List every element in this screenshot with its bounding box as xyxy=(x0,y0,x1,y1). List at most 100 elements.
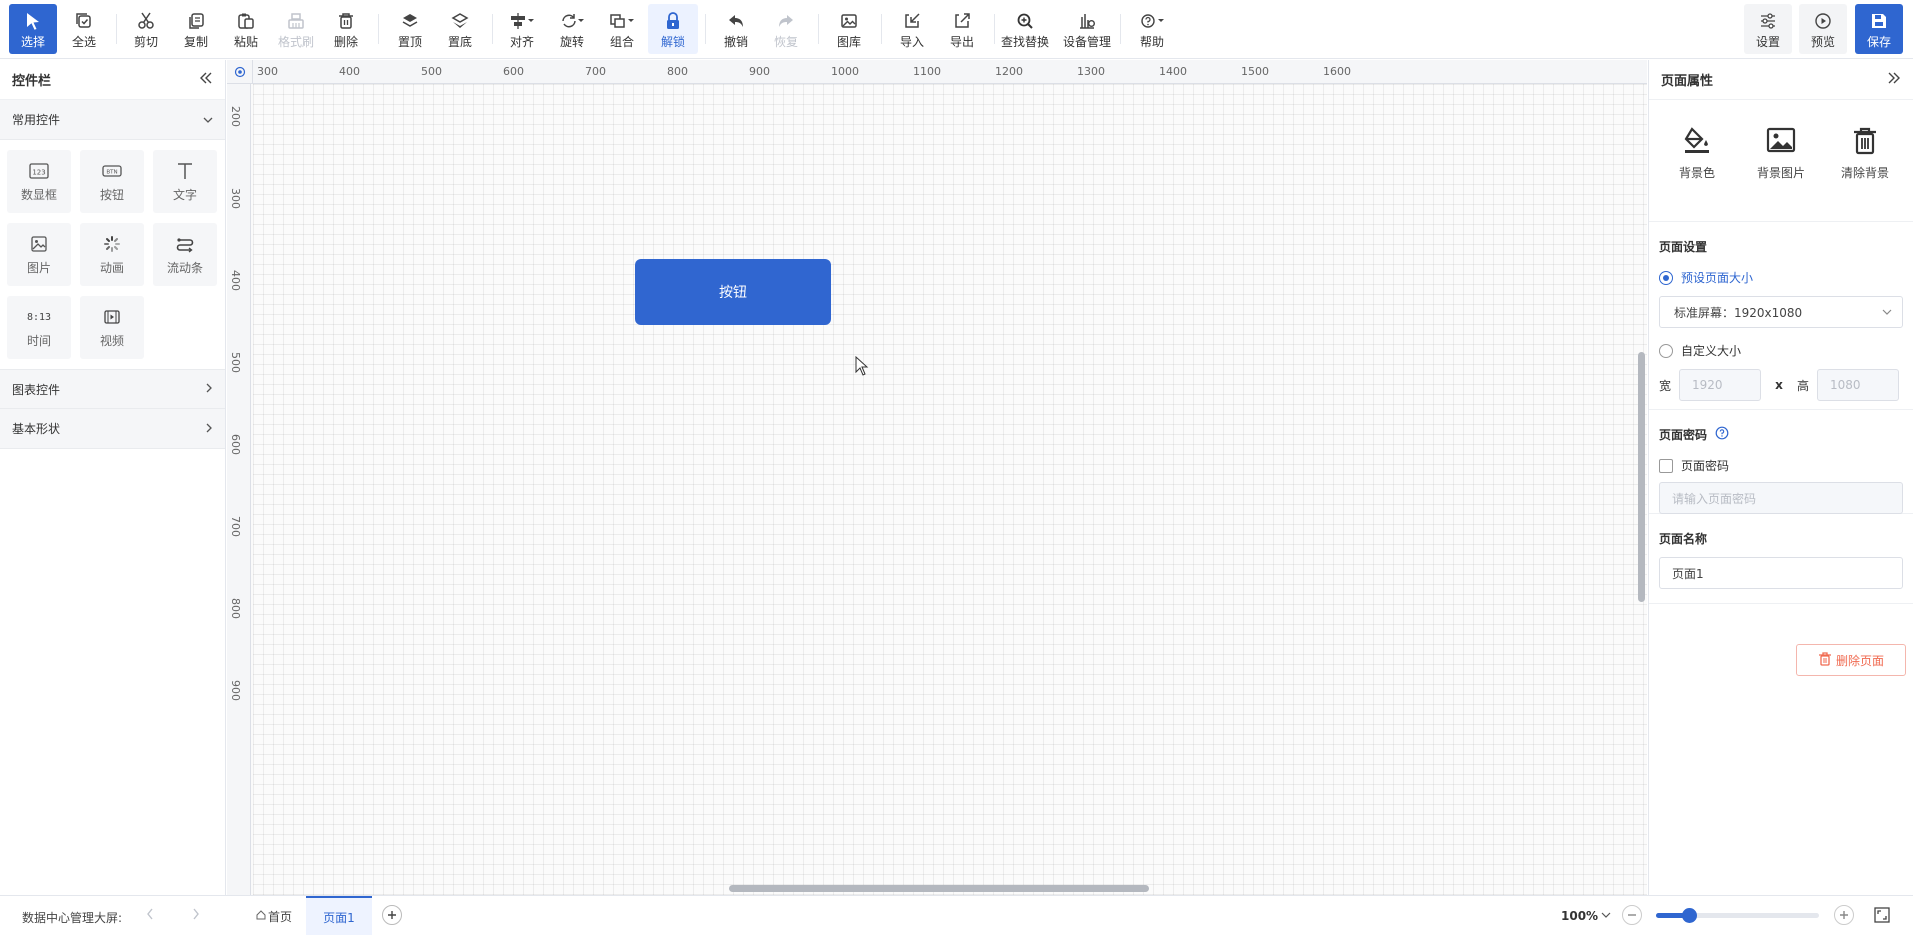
scissors-icon xyxy=(137,8,155,30)
select-all-button[interactable]: 全选 xyxy=(60,4,108,54)
select-button[interactable]: 选择 xyxy=(9,4,57,54)
widget-video[interactable]: 视频 xyxy=(80,296,144,359)
layers-top-icon xyxy=(401,8,419,30)
pointer-icon xyxy=(25,8,41,30)
align-button[interactable]: 对齐 xyxy=(498,4,546,54)
horizontal-ruler: 300 400 500 600 700 800 900 1000 1100 1200 1300 140… xyxy=(253,60,1647,84)
rotate-button[interactable]: 旋转 xyxy=(548,4,596,54)
custom-size-option[interactable]: 自定义大小 xyxy=(1659,342,1903,359)
zoom-out-icon[interactable] xyxy=(1622,905,1642,925)
zoom-dropdown-icon[interactable] xyxy=(1601,908,1611,922)
ruler-label: 900 xyxy=(749,65,770,78)
ruler-label: 300 xyxy=(257,65,278,78)
password-input[interactable]: 请输入页面密码 xyxy=(1659,482,1903,514)
tab-page1[interactable]: 页面1 xyxy=(306,896,372,935)
redo-button[interactable]: 恢复 xyxy=(762,4,810,54)
gallery-button[interactable]: 图库 xyxy=(825,4,873,54)
width-input[interactable]: 1920 xyxy=(1679,369,1761,401)
collapse-right-icon[interactable] xyxy=(1887,72,1901,88)
export-button[interactable]: 导出 xyxy=(938,4,986,54)
help-button[interactable]: 帮助 xyxy=(1128,4,1176,54)
layers-bottom-icon xyxy=(451,8,469,30)
save-icon xyxy=(1870,8,1888,30)
chevron-right-icon xyxy=(205,382,213,396)
canvas-area: 300 400 500 600 700 800 900 1000 1100 1200 1300 140… xyxy=(227,60,1647,895)
group-button[interactable]: 组合 xyxy=(598,4,646,54)
bring-to-top-button[interactable]: 置顶 xyxy=(386,4,434,54)
delete-button[interactable]: 删除 xyxy=(322,4,370,54)
paste-button[interactable]: 粘贴 xyxy=(222,4,270,54)
widget-image[interactable]: 图片 xyxy=(7,223,71,286)
chevron-down-icon xyxy=(1882,305,1892,319)
widget-animation[interactable]: 动画 xyxy=(80,223,144,286)
background-color-button[interactable]: 背景色 xyxy=(1657,122,1737,221)
prev-page-icon[interactable] xyxy=(146,908,154,923)
import-icon xyxy=(903,8,921,30)
canvas-grid[interactable] xyxy=(253,84,1647,895)
toolbar: 选择 全选 剪切 复制 粘贴 格式刷 删除 置顶 置底 对齐 旋转 组合 解锁 … xyxy=(0,0,1913,59)
widget-flow-bar[interactable]: 流动条 xyxy=(153,223,217,286)
undo-button[interactable]: 撤销 xyxy=(712,4,760,54)
zoom-in-icon[interactable] xyxy=(1834,905,1854,925)
horizontal-scrollbar[interactable] xyxy=(729,885,1149,892)
widget-numeric-display[interactable]: 123 数显框 xyxy=(7,150,71,213)
widget-time[interactable]: 8:13 时间 xyxy=(7,296,71,359)
basic-shapes-section[interactable]: 基本形状 xyxy=(0,409,225,449)
preset-size-option[interactable]: 预设页面大小 xyxy=(1659,269,1903,286)
widget-grid: 123 数显框 BTN 按钮 文字 图片 动画 流动条 8:13 时间 视频 xyxy=(0,140,225,369)
zoom-slider-handle[interactable] xyxy=(1681,908,1697,923)
radio-unchecked[interactable] xyxy=(1659,343,1673,358)
ruler-label: 400 xyxy=(229,270,242,291)
delete-page-button[interactable]: 删除页面 xyxy=(1796,644,1906,676)
ruler-label: 900 xyxy=(229,680,242,701)
radio-checked[interactable] xyxy=(1659,270,1673,285)
preset-size-select[interactable]: 标准屏幕：1920x1080 xyxy=(1659,296,1903,328)
canvas-button-widget[interactable]: 按钮 xyxy=(635,259,831,325)
ruler-label: 300 xyxy=(229,188,242,209)
vertical-scrollbar[interactable] xyxy=(1638,352,1645,602)
import-button[interactable]: 导入 xyxy=(888,4,936,54)
settings-button[interactable]: 设置 xyxy=(1744,4,1792,54)
zoom-value[interactable]: 100% xyxy=(1561,909,1598,923)
common-widgets-section[interactable]: 常用控件 xyxy=(0,100,225,140)
preview-button[interactable]: 预览 xyxy=(1799,4,1847,54)
zoom-slider[interactable] xyxy=(1656,908,1819,923)
tab-home[interactable]: 首页 xyxy=(246,896,302,935)
select-all-icon xyxy=(75,8,93,30)
paste-icon xyxy=(237,8,255,30)
format-brush-button[interactable]: 格式刷 xyxy=(272,4,320,54)
background-image-button[interactable]: 背景图片 xyxy=(1741,122,1821,221)
fullscreen-icon[interactable] xyxy=(1874,907,1890,926)
trash-icon xyxy=(1850,122,1880,158)
add-page-icon[interactable] xyxy=(382,905,402,925)
mouse-cursor-icon xyxy=(855,355,869,379)
next-page-icon[interactable] xyxy=(192,908,200,923)
unlock-button[interactable]: 解锁 xyxy=(648,4,698,54)
custom-size-fields: 宽 1920 x 高 1080 xyxy=(1659,369,1903,401)
chart-widgets-section[interactable]: 图表控件 xyxy=(0,369,225,409)
picture-icon xyxy=(1766,122,1796,158)
format-brush-icon xyxy=(287,8,305,30)
help-circle-icon[interactable] xyxy=(1715,426,1729,443)
send-to-bottom-button[interactable]: 置底 xyxy=(436,4,484,54)
height-input[interactable]: 1080 xyxy=(1817,369,1899,401)
password-checkbox-row[interactable]: 页面密码 xyxy=(1659,457,1903,474)
password-checkbox[interactable] xyxy=(1659,458,1673,473)
ruler-origin-icon[interactable] xyxy=(227,60,253,84)
ruler-label: 1100 xyxy=(913,65,941,78)
collapse-left-icon[interactable] xyxy=(199,72,213,88)
device-management-button[interactable]: 设备管理 xyxy=(1058,4,1116,54)
ruler-label: 1300 xyxy=(1077,65,1105,78)
clear-background-button[interactable]: 清除背景 xyxy=(1825,122,1905,221)
widget-text[interactable]: 文字 xyxy=(153,150,217,213)
find-replace-button[interactable]: 查找替换 xyxy=(998,4,1052,54)
cut-button[interactable]: 剪切 xyxy=(122,4,170,54)
page-name-input[interactable]: 页面1 xyxy=(1659,557,1903,589)
widget-button[interactable]: BTN 按钮 xyxy=(80,150,144,213)
save-button[interactable]: 保存 xyxy=(1855,4,1903,54)
home-page-icon xyxy=(256,909,266,923)
widget-panel: 控件栏 常用控件 123 数显框 BTN 按钮 文字 图片 动画 流动条 8:1… xyxy=(0,60,226,895)
group-icon xyxy=(609,8,635,30)
widget-panel-title: 控件栏 xyxy=(12,74,52,89)
copy-button[interactable]: 复制 xyxy=(172,4,220,54)
